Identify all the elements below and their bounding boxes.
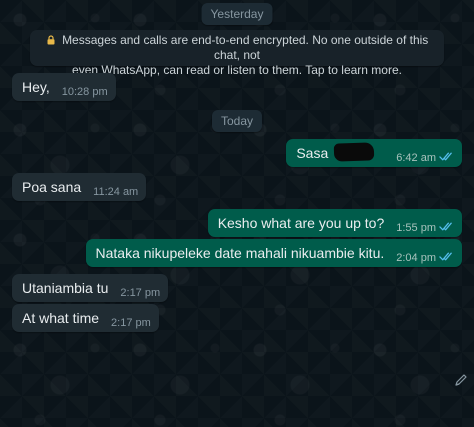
encryption-notice-line2: even WhatsApp, can read or listen to the… [72,63,402,77]
message-meta: 1:55 pm [396,221,454,235]
message-bubble-incoming[interactable]: At what time 2:17 pm [12,304,159,332]
chat-area[interactable]: Yesterday Messages and calls are end-to-… [0,0,474,427]
message-time: 11:24 am [93,186,139,198]
message-bubble-outgoing[interactable]: Kesho what are you up to? 1:55 pm [207,209,462,237]
double-check-icon [436,251,454,265]
message-bubble-incoming[interactable]: Poa sana 11:24 am [12,173,147,201]
date-separator-yesterday: Yesterday [201,3,273,25]
message-time: 10:28 pm [61,86,108,98]
double-check-icon [436,151,454,165]
encryption-notice[interactable]: Messages and calls are end-to-end encryp… [30,30,444,77]
message-meta: 11:24 am [93,186,138,198]
message-time: 2:17 pm [120,287,161,299]
message-time: 2:17 pm [111,317,151,329]
message-time: 1:55 pm [396,222,436,234]
message-meta: 2:04 pm [396,251,454,265]
date-separator-today: Today [211,110,263,132]
message-meta: 2:17 pm [111,317,151,329]
double-check-icon [436,221,454,235]
message-text: At what time [22,310,100,326]
message-meta: 2:17 pm [120,287,160,299]
message-text: Sasa [296,145,329,161]
redaction-scribble [333,142,375,162]
message-text: Utaniambia tu [22,280,109,296]
encryption-notice-line1: Messages and calls are end-to-end encryp… [62,33,429,62]
message-time: 2:04 pm [396,252,436,264]
message-bubble-incoming[interactable]: Utaniambia tu 2:17 pm [12,274,169,302]
message-time: 6:42 am [396,152,436,164]
message-meta: 10:28 pm [62,86,108,98]
message-bubble-outgoing[interactable]: Sasa 6:42 am [286,139,462,167]
message-bubble-incoming[interactable]: Hey, 10:28 pm [12,73,116,101]
message-text: Kesho what are you up to? [217,215,385,231]
lock-icon [46,33,62,47]
message-text: Poa sana [22,179,82,195]
message-meta: 6:42 am [396,151,454,165]
message-bubble-outgoing[interactable]: Nataka nikupeleke date mahali nikuambie … [85,239,462,267]
message-text: Hey, [22,79,50,95]
message-text: Nataka nikupeleke date mahali nikuambie … [95,245,385,261]
